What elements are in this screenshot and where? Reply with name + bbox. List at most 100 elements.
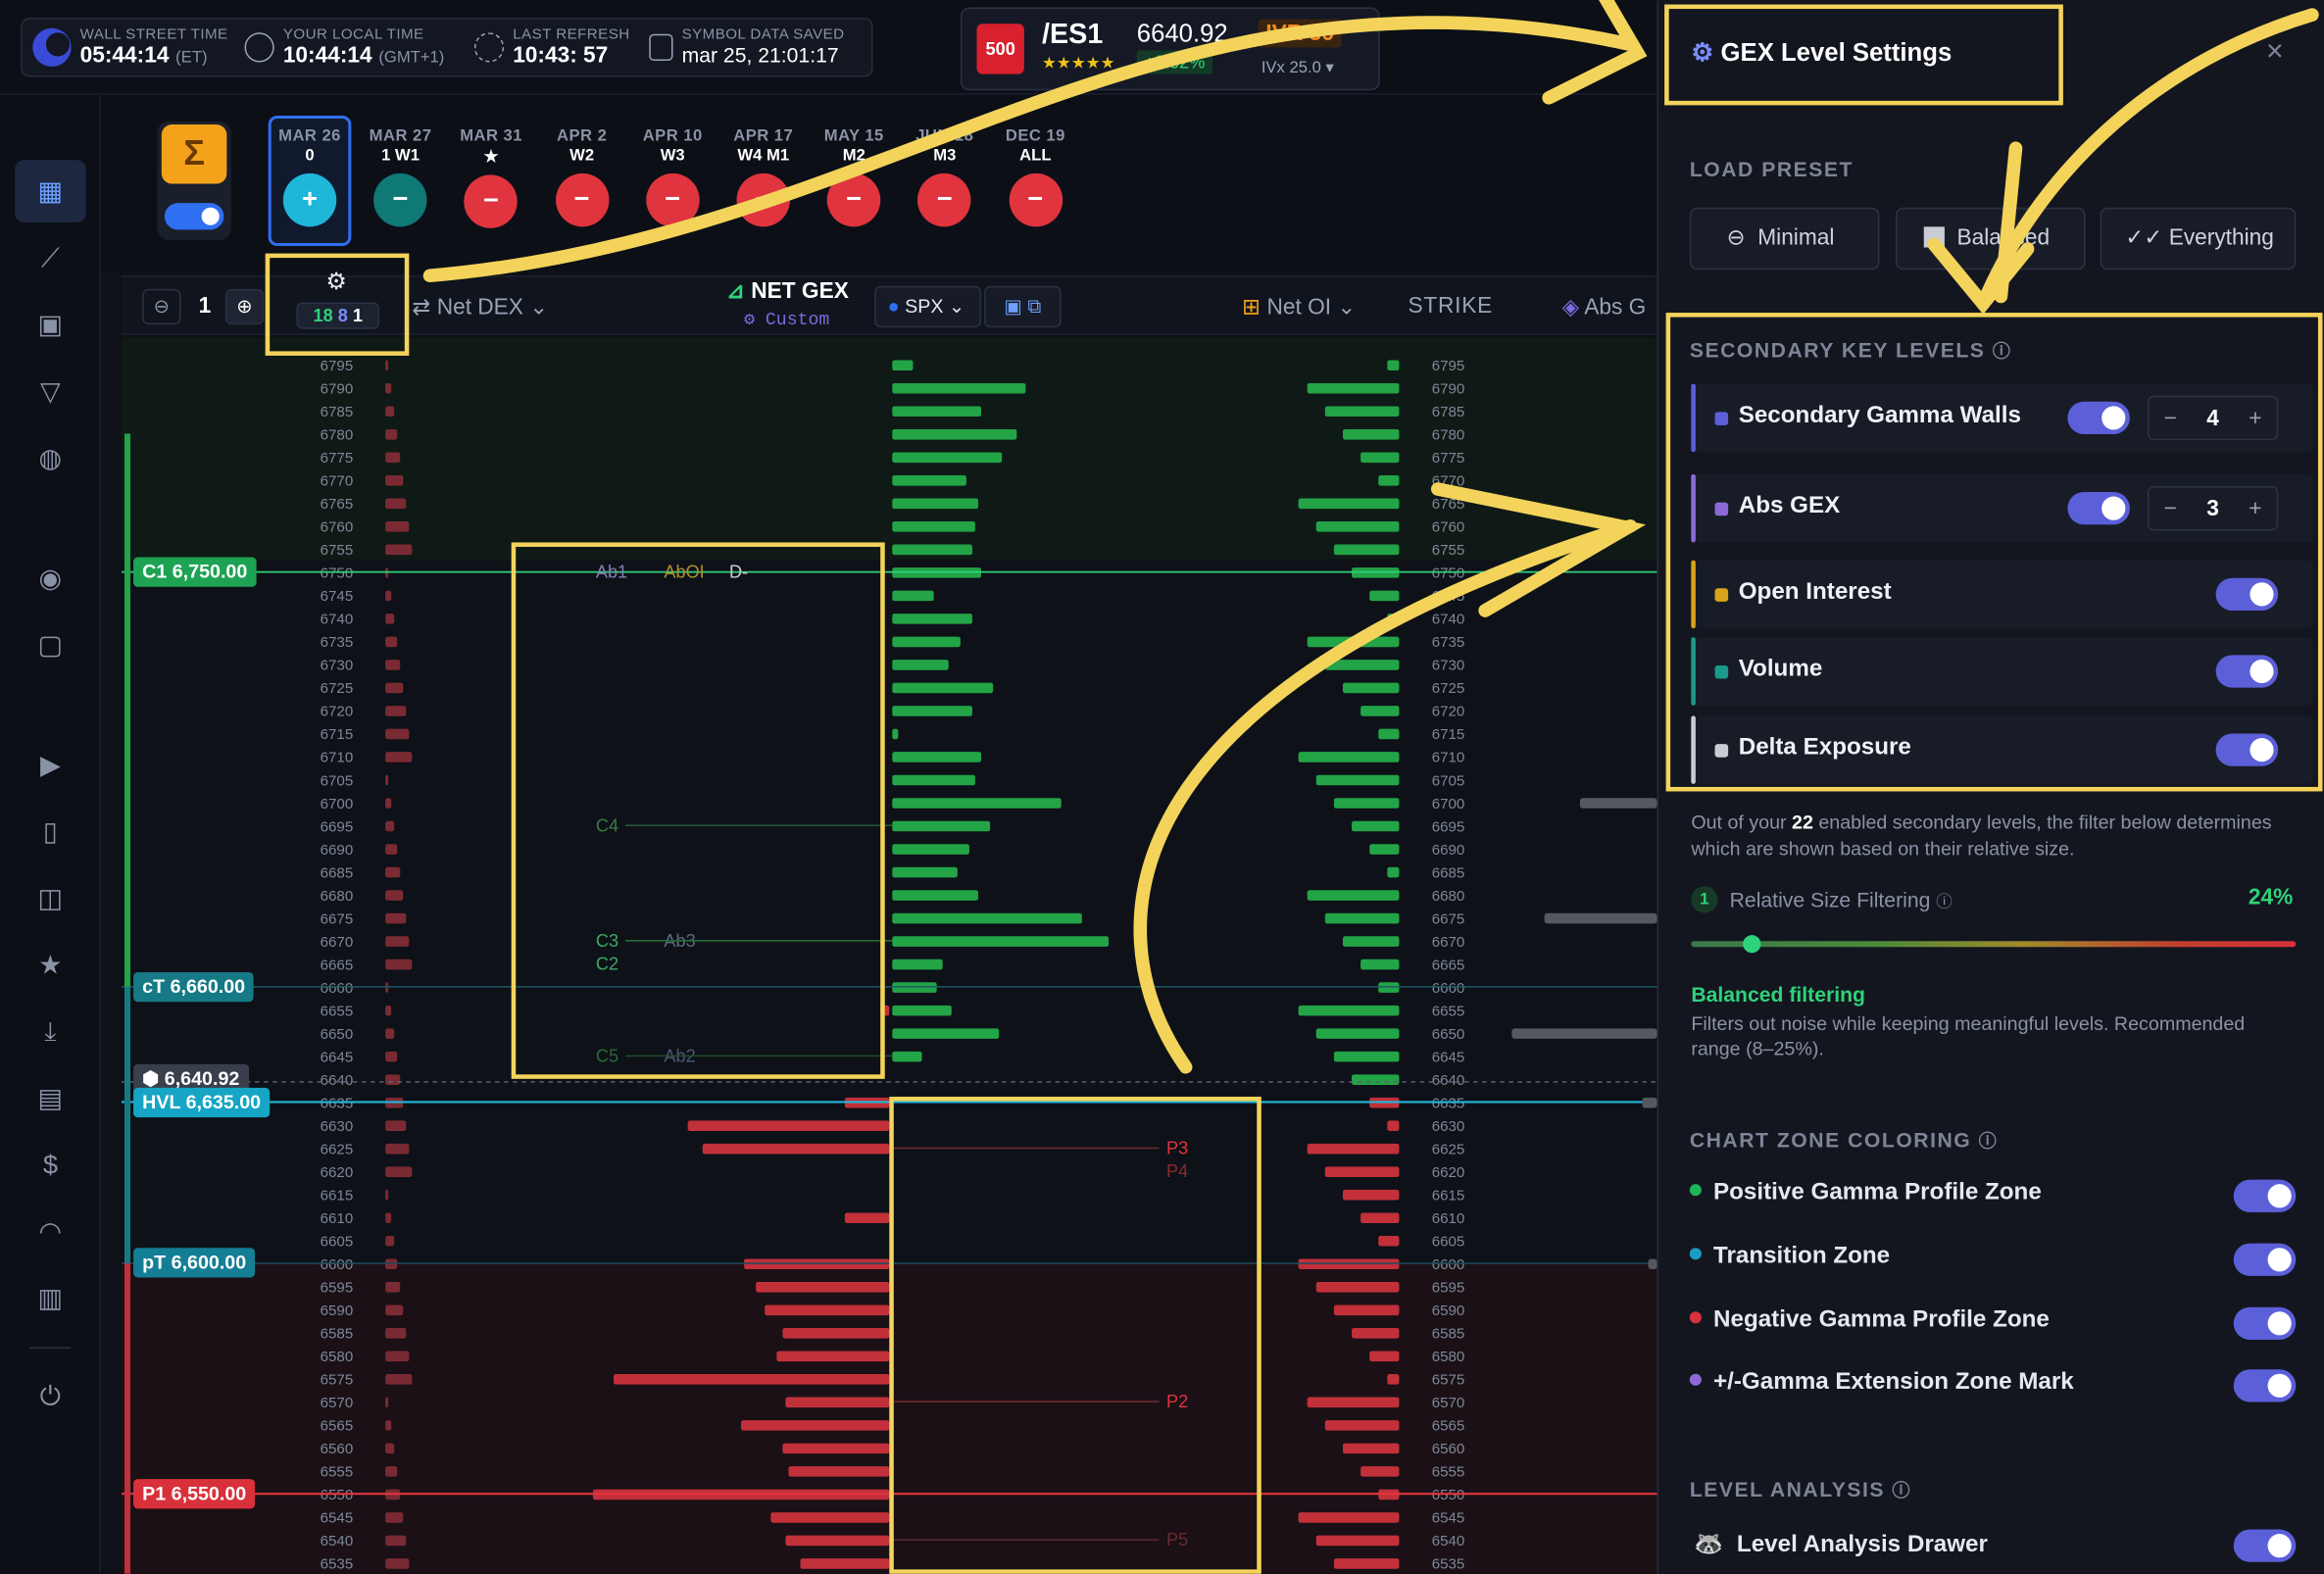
zoom-out-icon[interactable]: ⊖ xyxy=(142,288,181,325)
net-gex-bar-positive xyxy=(892,820,991,832)
net-dex-bar xyxy=(385,890,404,901)
zone-info-icon[interactable]: ⓘ xyxy=(1979,1131,1999,1152)
expiry-toggle-button[interactable]: − xyxy=(827,172,881,227)
symbol-select[interactable]: ● SPX ⌄ xyxy=(874,285,982,328)
expiry-7[interactable]: JUN 18 M3 − xyxy=(903,127,986,227)
net-dex-bar xyxy=(385,382,392,394)
net-oi-bar xyxy=(1378,1235,1400,1247)
expiry-3[interactable]: APR 2 W2 − xyxy=(540,127,623,227)
minus-circle-icon: ⊖ xyxy=(1726,224,1746,251)
strike-label-left: 6765 xyxy=(321,496,354,513)
zone-toggle[interactable] xyxy=(2233,1179,2297,1212)
expiry-6[interactable]: MAY 15 M2 − xyxy=(813,127,896,227)
expiry-8[interactable]: DEC 19 ALL − xyxy=(994,127,1077,227)
preset-minimal-button[interactable]: ⊖ Minimal xyxy=(1689,207,1880,271)
rsf-slider-knob[interactable] xyxy=(1743,935,1761,954)
strike-label-right: 6700 xyxy=(1432,796,1465,812)
level-analysis-toggle[interactable] xyxy=(2233,1529,2297,1562)
filter-icon[interactable]: ▽ xyxy=(32,373,68,409)
strike-label-right: 6775 xyxy=(1432,450,1465,467)
level-tag-c1[interactable]: C1 6,750.00 xyxy=(133,557,257,587)
news-icon[interactable]: ▥ xyxy=(32,1280,68,1315)
preset-balanced-button[interactable]: Balanced xyxy=(1896,207,2086,271)
power-icon[interactable]: ⏻ xyxy=(32,1378,68,1413)
zone-label: Transition Zone xyxy=(1713,1243,1891,1269)
net-oi-bar xyxy=(1378,728,1400,740)
expiry-toggle-button[interactable]: + xyxy=(282,172,337,227)
filter-note-pre: Out of your xyxy=(1691,811,1793,833)
expiry-toggle-button[interactable]: − xyxy=(1009,172,1063,227)
sigma-icon[interactable]: Σ xyxy=(161,124,227,184)
level-tag-ct[interactable]: cT 6,660.00 xyxy=(133,971,255,1002)
line-chart-icon[interactable]: ⟋ xyxy=(32,240,68,275)
strike-label-right: 6575 xyxy=(1432,1372,1465,1389)
level-tag-pt[interactable]: pT 6,600.00 xyxy=(133,1248,256,1279)
zone-coloring-header: CHART ZONE COLORING ⓘ xyxy=(1690,1128,1999,1154)
document-icon[interactable]: ▯ xyxy=(32,813,68,849)
expiry-date: APR 17 xyxy=(733,127,794,146)
user-circle-icon[interactable]: ◉ xyxy=(32,561,68,596)
chat-icon[interactable]: ▢ xyxy=(32,627,68,663)
zone-toggle[interactable] xyxy=(2233,1369,2297,1402)
expiry-2[interactable]: MAR 31 ★ − xyxy=(450,127,533,228)
expiry-toggle-button[interactable]: − xyxy=(645,172,700,227)
expiry-sub: M3 xyxy=(933,146,957,165)
strike-label-left: 6585 xyxy=(321,1326,354,1343)
strike-label-right: 6625 xyxy=(1432,1141,1465,1157)
star-icon[interactable]: ★ xyxy=(32,947,68,982)
expiry-5[interactable]: APR 17 W4 M1 − xyxy=(721,127,805,227)
download-icon[interactable]: ⤓ xyxy=(32,1013,68,1049)
sigma-toggle[interactable] xyxy=(164,203,224,230)
level-tag-p1[interactable]: P1 6,550.00 xyxy=(133,1479,256,1509)
zoom-in-icon[interactable]: ⊕ xyxy=(224,288,265,325)
expiry-toggle-button[interactable]: − xyxy=(736,172,790,227)
expiry-sub: ★ xyxy=(483,148,499,167)
abs-gex-bar xyxy=(1579,798,1657,809)
rsf-slider-track[interactable] xyxy=(1691,935,2297,954)
grid-table-icon[interactable]: ▦ xyxy=(32,173,68,209)
ticker-card[interactable]: 500 /ES1 ★★★★★ 6640.92 +0.52% IVR 36 IVx… xyxy=(960,7,1380,91)
net-oi-bar xyxy=(1333,544,1400,556)
strike-label-left: 6755 xyxy=(321,542,354,559)
rsf-info-icon[interactable]: ⓘ xyxy=(1936,894,1953,911)
net-dex-bar xyxy=(385,1212,392,1224)
expiry-toggle-button[interactable]: − xyxy=(373,172,427,227)
custom-label-wrap[interactable]: ⚙ Custom xyxy=(744,309,829,330)
headset-icon[interactable]: ◠ xyxy=(32,1213,68,1249)
dollar-icon[interactable]: $ xyxy=(32,1147,68,1182)
strike-label-right: 6585 xyxy=(1432,1326,1465,1343)
expiry-toggle-button[interactable]: − xyxy=(555,172,609,227)
abs-gex-header[interactable]: ◈ Abs G xyxy=(1562,293,1647,320)
net-dex-bar xyxy=(385,406,395,418)
tradingview-copy-button[interactable]: ▣ ⧉ xyxy=(984,285,1062,328)
preset-everything-button[interactable]: ✓✓ Everything xyxy=(2100,207,2297,271)
net-oi-dropdown[interactable]: ⊞ Net OI ⌄ xyxy=(1242,293,1356,320)
analysis-info-icon[interactable]: ⓘ xyxy=(1892,1481,1911,1501)
globe-nav-icon[interactable]: ◍ xyxy=(32,440,68,475)
level-tag-hvl[interactable]: HVL 6,635.00 xyxy=(133,1087,271,1117)
apps-grid-icon[interactable]: ▣ xyxy=(32,307,68,342)
expiry-date: APR 10 xyxy=(642,127,703,146)
net-gex-bar-negative xyxy=(800,1558,890,1569)
preset-balanced-label: Balanced xyxy=(1956,224,2051,251)
refresh-clock[interactable]: LAST REFRESH 10:43: 57 xyxy=(473,18,630,76)
strike-label-right: 6565 xyxy=(1432,1418,1465,1435)
close-icon[interactable]: × xyxy=(2266,35,2284,70)
book-icon[interactable]: ◫ xyxy=(32,880,68,915)
net-oi-bar xyxy=(1307,636,1400,648)
video-icon[interactable]: ▶ xyxy=(32,747,68,782)
expiry-4[interactable]: APR 10 W3 − xyxy=(631,127,715,227)
expiry-toggle-button[interactable]: − xyxy=(917,172,972,227)
net-dex-dropdown[interactable]: ⇄ Net DEX ⌄ xyxy=(412,293,548,320)
zone-toggle[interactable] xyxy=(2233,1306,2297,1340)
strike-label-right: 6665 xyxy=(1432,957,1465,973)
expiry-toggle-button[interactable]: − xyxy=(464,174,519,228)
expiry-1[interactable]: MAR 27 1 W1 − xyxy=(359,127,442,227)
zone-row: Negative Gamma Profile Zone xyxy=(1689,1307,2050,1343)
expiry-0[interactable]: MAR 26 0 + xyxy=(268,115,352,247)
net-oi-bar xyxy=(1298,1512,1400,1523)
zone-toggle[interactable] xyxy=(2233,1243,2297,1276)
strike-label-left: 6790 xyxy=(321,381,354,398)
refresh-icon[interactable] xyxy=(473,32,505,63)
notebook-icon[interactable]: ▤ xyxy=(32,1080,68,1115)
